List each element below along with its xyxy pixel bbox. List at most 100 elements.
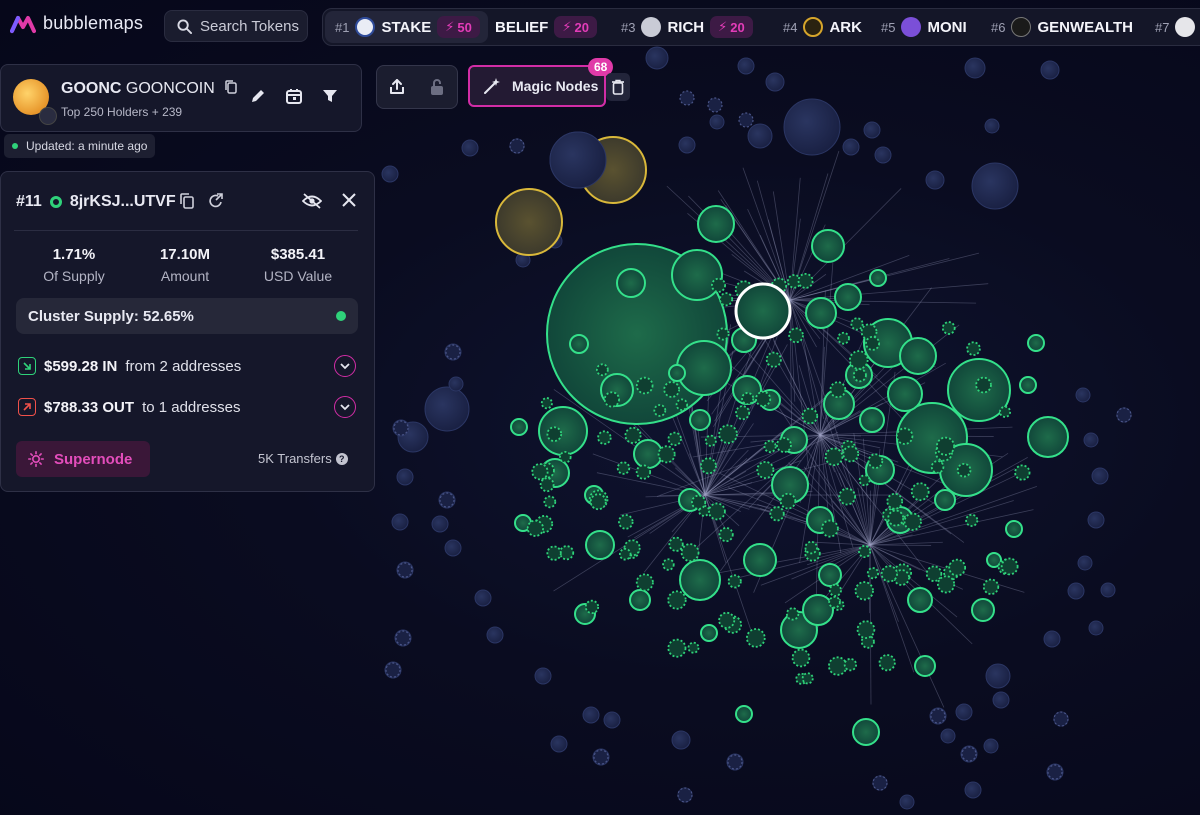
holder-bubble[interactable] (549, 131, 607, 189)
contract-node[interactable] (667, 590, 687, 610)
holder-bubble[interactable] (747, 123, 773, 149)
contract-node[interactable] (925, 565, 943, 582)
holder-bubble[interactable] (474, 589, 492, 607)
expand-outflow-button[interactable] (334, 396, 356, 418)
holder-bubble[interactable] (1077, 555, 1093, 571)
contract-node[interactable] (677, 787, 693, 803)
contract-node[interactable] (559, 545, 575, 561)
cluster-supply[interactable]: Cluster Supply: 52.65% (16, 298, 358, 334)
contract-node[interactable] (975, 376, 992, 394)
holder-bubble[interactable] (396, 468, 414, 486)
contract-node[interactable] (509, 138, 525, 154)
contract-node[interactable] (718, 424, 738, 444)
contract-node[interactable] (982, 578, 1000, 595)
contract-node[interactable] (439, 492, 455, 508)
holder-bubble[interactable] (914, 655, 936, 677)
holder-bubble[interactable] (424, 386, 470, 432)
contract-node[interactable] (746, 628, 766, 648)
contract-node[interactable] (716, 327, 730, 341)
holder-bubble[interactable] (709, 114, 725, 130)
holder-bubble[interactable] (869, 269, 887, 287)
contract-node[interactable] (727, 574, 742, 589)
ticker-item-ark[interactable]: #4 ARK (783, 9, 862, 45)
contract-node[interactable] (1000, 557, 1019, 576)
ticker-item-genwealth[interactable]: #6 GENWEALTH (991, 9, 1133, 45)
holder-bubble[interactable] (603, 711, 621, 729)
contract-node[interactable] (593, 749, 609, 765)
contract-node[interactable] (546, 545, 562, 561)
holder-bubble[interactable] (907, 587, 933, 613)
holder-bubble[interactable] (887, 376, 923, 412)
contract-node[interactable] (858, 544, 872, 559)
contract-node[interactable] (691, 494, 707, 510)
contract-node[interactable] (616, 461, 631, 475)
holder-bubble[interactable] (582, 706, 600, 724)
contract-node[interactable] (936, 575, 956, 594)
contract-node[interactable] (966, 341, 981, 356)
holder-bubble[interactable] (1027, 334, 1045, 352)
contract-node[interactable] (618, 547, 632, 561)
holder-bubble[interactable] (805, 297, 837, 329)
contract-node[interactable] (935, 436, 956, 456)
contract-node[interactable] (903, 512, 922, 531)
holder-bubble[interactable] (811, 229, 845, 263)
holder-bubble[interactable] (737, 57, 755, 75)
contract-node[interactable] (559, 450, 572, 464)
holder-bubble[interactable] (381, 165, 399, 183)
contract-node[interactable] (687, 641, 700, 654)
contract-node[interactable] (727, 754, 743, 770)
contract-node[interactable] (887, 509, 905, 527)
contract-node[interactable] (999, 405, 1012, 418)
logo[interactable]: bubblemaps (10, 13, 143, 34)
contract-node[interactable] (763, 439, 777, 453)
holder-bubble[interactable] (985, 663, 1011, 689)
ticker-item-rich[interactable]: #3 RICH ⚡ 20 (621, 9, 753, 45)
contract-node[interactable] (531, 463, 549, 481)
contract-node[interactable] (765, 351, 782, 368)
holder-bubble[interactable] (678, 136, 696, 154)
holder-bubble[interactable] (971, 162, 1019, 210)
copy-icon[interactable] (225, 80, 237, 94)
contract-node[interactable] (820, 519, 839, 538)
contract-node[interactable] (1014, 464, 1031, 481)
selected-wallet-bubble[interactable] (734, 282, 792, 340)
holder-bubble[interactable] (1005, 520, 1023, 538)
contract-node[interactable] (880, 565, 898, 583)
holder-bubble[interactable] (859, 407, 885, 433)
contract-node[interactable] (858, 474, 871, 487)
contract-node[interactable] (735, 405, 751, 421)
contract-node[interactable] (635, 376, 654, 395)
contract-node[interactable] (526, 519, 544, 537)
contract-node[interactable] (788, 327, 804, 344)
holder-bubble[interactable] (585, 530, 615, 560)
holder-bubble[interactable] (1075, 387, 1091, 403)
contract-node[interactable] (603, 391, 620, 408)
holder-bubble[interactable] (984, 118, 1000, 134)
contract-node[interactable] (711, 277, 727, 293)
contract-node[interactable] (828, 583, 842, 597)
contract-node[interactable] (663, 381, 681, 398)
contract-node[interactable] (540, 397, 553, 410)
contract-node[interactable] (852, 368, 867, 383)
calendar-icon[interactable] (285, 87, 303, 105)
holder-bubble[interactable] (852, 718, 880, 746)
holder-bubble[interactable] (874, 146, 892, 164)
contract-node[interactable] (393, 420, 409, 436)
holder-bubble[interactable] (461, 139, 479, 157)
search-input[interactable]: Search Tokens (164, 10, 308, 42)
supernode-button[interactable]: Supernode (16, 441, 150, 477)
holder-bubble[interactable] (486, 626, 504, 644)
holder-bubble[interactable] (679, 559, 721, 601)
contract-node[interactable] (856, 620, 876, 639)
contract-node[interactable] (707, 97, 723, 113)
holder-bubble[interactable] (1027, 416, 1069, 458)
holder-bubble[interactable] (863, 121, 881, 139)
filter-icon[interactable] (321, 87, 339, 105)
contract-node[interactable] (824, 447, 844, 467)
holder-bubble[interactable] (783, 98, 841, 156)
holder-bubble[interactable] (834, 283, 862, 311)
contract-node[interactable] (738, 112, 754, 128)
contract-node[interactable] (801, 407, 819, 425)
contract-node[interactable] (895, 427, 914, 445)
contract-node[interactable] (878, 654, 896, 672)
